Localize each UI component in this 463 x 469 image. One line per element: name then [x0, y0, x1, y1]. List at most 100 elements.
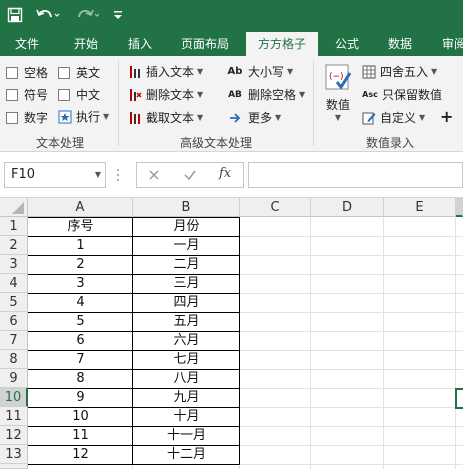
row-header[interactable]: 2 — [0, 236, 28, 255]
cell-a1[interactable]: 序号 — [28, 217, 133, 236]
delete-text-button[interactable]: 删除文本 ▼ — [128, 86, 203, 103]
formula-bar-grip[interactable] — [116, 166, 120, 184]
tab-home[interactable]: 开始 — [60, 32, 112, 56]
round-icon — [362, 65, 376, 79]
cell-b2[interactable]: 一月 — [133, 236, 240, 255]
group-separator — [313, 60, 314, 146]
tab-data[interactable]: 数据 — [378, 32, 422, 56]
tab-formulas[interactable]: 公式 — [326, 32, 368, 56]
cell-b13[interactable]: 十二月 — [133, 445, 240, 464]
cell-a7[interactable]: 6 — [28, 331, 133, 350]
row-header[interactable]: 8 — [0, 350, 28, 369]
column-header-b[interactable]: B — [133, 198, 240, 217]
cell-a2[interactable]: 1 — [28, 236, 133, 255]
execute-button[interactable]: 执行 ▼ — [58, 108, 109, 125]
execute-label: 执行 — [76, 110, 101, 124]
cell-a12[interactable]: 11 — [28, 426, 133, 445]
row-header-selected[interactable]: 10 — [0, 388, 28, 407]
checkbox-label: 符号 — [24, 88, 49, 102]
column-header-f[interactable] — [456, 198, 463, 217]
add-icon[interactable]: + — [440, 107, 453, 126]
checkbox-box[interactable] — [58, 66, 70, 79]
checkbox-box[interactable] — [6, 88, 18, 101]
row-header[interactable]: 5 — [0, 293, 28, 312]
cell-a10[interactable]: 9 — [28, 388, 133, 407]
checkbox-box[interactable] — [6, 66, 18, 79]
custom-button[interactable]: 自定义 ▼ — [362, 109, 425, 126]
arrow-right-icon — [226, 111, 244, 125]
cell-a3[interactable]: 2 — [28, 255, 133, 274]
cell-a9[interactable]: 8 — [28, 369, 133, 388]
row-header[interactable]: 11 — [0, 407, 28, 426]
extract-text-label: 截取文本 — [146, 111, 195, 125]
formula-buttons: fx — [136, 162, 244, 188]
cell-b5[interactable]: 四月 — [133, 293, 240, 312]
checkbox-number[interactable]: 数字 — [6, 109, 48, 126]
tab-review[interactable]: 审阅 — [434, 32, 463, 56]
insert-text-button[interactable]: 插入文本 ▼ — [128, 63, 203, 80]
chevron-down-icon: ▼ — [197, 90, 204, 99]
row-header[interactable]: 13 — [0, 445, 28, 464]
cell-b9[interactable]: 八月 — [133, 369, 240, 388]
checkbox-english[interactable]: 英文 — [58, 64, 100, 81]
row-header[interactable] — [0, 464, 28, 469]
select-all-corner[interactable] — [0, 198, 28, 217]
cell-a6[interactable]: 5 — [28, 312, 133, 331]
keep-value-button[interactable]: Asc 只保留数值 — [362, 86, 442, 103]
column-header-d[interactable]: D — [311, 198, 384, 217]
customize-icon[interactable] — [110, 4, 126, 26]
cell-b7[interactable]: 六月 — [133, 331, 240, 350]
checkbox-box[interactable] — [6, 111, 18, 124]
chevron-down-icon[interactable]: ▼ — [95, 163, 101, 187]
column-header-a[interactable]: A — [28, 198, 133, 217]
cancel-icon[interactable] — [147, 168, 161, 185]
more-button[interactable]: 更多 ▼ — [226, 109, 281, 126]
delete-space-button[interactable]: AB 删除空格 ▼ — [226, 86, 305, 103]
cell-a5[interactable]: 4 — [28, 293, 133, 312]
cell-b6[interactable]: 五月 — [133, 312, 240, 331]
insert-function-icon[interactable]: fx — [219, 166, 231, 181]
custom-label: 自定义 — [380, 111, 417, 125]
value-button[interactable]: (−) 数值 ▼ — [320, 62, 356, 122]
tab-file[interactable]: 文件 — [2, 32, 52, 56]
checkbox-chinese[interactable]: 中文 — [58, 86, 100, 103]
redo-icon[interactable] — [72, 4, 102, 26]
cell-b3[interactable]: 二月 — [133, 255, 240, 274]
cell-a11[interactable]: 10 — [28, 407, 133, 426]
name-box[interactable]: F10 ▼ — [4, 162, 106, 188]
extract-text-button[interactable]: 截取文本 ▼ — [128, 109, 203, 126]
row-header[interactable]: 3 — [0, 255, 28, 274]
cell-a4[interactable]: 3 — [28, 274, 133, 293]
column-header-e[interactable]: E — [384, 198, 456, 217]
checkbox-symbol[interactable]: 符号 — [6, 86, 48, 103]
cell-b11[interactable]: 十月 — [133, 407, 240, 426]
row-header[interactable]: 1 — [0, 217, 28, 236]
cell-a8[interactable]: 7 — [28, 350, 133, 369]
undo-icon[interactable] — [34, 4, 62, 26]
row-header[interactable]: 6 — [0, 312, 28, 331]
checkbox-space[interactable]: 空格 — [6, 64, 48, 81]
tab-page-layout[interactable]: 页面布局 — [172, 32, 238, 56]
confirm-icon[interactable] — [183, 168, 197, 185]
round-button[interactable]: 四舍五入 ▼ — [362, 63, 437, 80]
cell-b1[interactable]: 月份 — [133, 217, 240, 236]
checkbox-box[interactable] — [58, 88, 70, 101]
cell-b4[interactable]: 三月 — [133, 274, 240, 293]
cell-b12[interactable]: 十一月 — [133, 426, 240, 445]
case-button[interactable]: Ab 大小写 ▼ — [226, 63, 294, 80]
row-header[interactable]: 9 — [0, 369, 28, 388]
cell-b10[interactable]: 九月 — [133, 388, 240, 407]
column-header-c[interactable]: C — [240, 198, 311, 217]
checkbox-label: 空格 — [24, 66, 49, 80]
cell-a13[interactable]: 12 — [28, 445, 133, 464]
formula-input[interactable] — [248, 162, 463, 188]
row-header[interactable]: 7 — [0, 331, 28, 350]
row-header[interactable]: 12 — [0, 426, 28, 445]
tab-insert[interactable]: 插入 — [116, 32, 164, 56]
tab-fangfang-gezi[interactable]: 方方格子 — [246, 32, 318, 56]
insert-text-label: 插入文本 — [146, 65, 195, 79]
cell-b8[interactable]: 七月 — [133, 350, 240, 369]
checkbox-label: 英文 — [76, 66, 101, 80]
row-header[interactable]: 4 — [0, 274, 28, 293]
save-icon[interactable] — [4, 4, 26, 26]
